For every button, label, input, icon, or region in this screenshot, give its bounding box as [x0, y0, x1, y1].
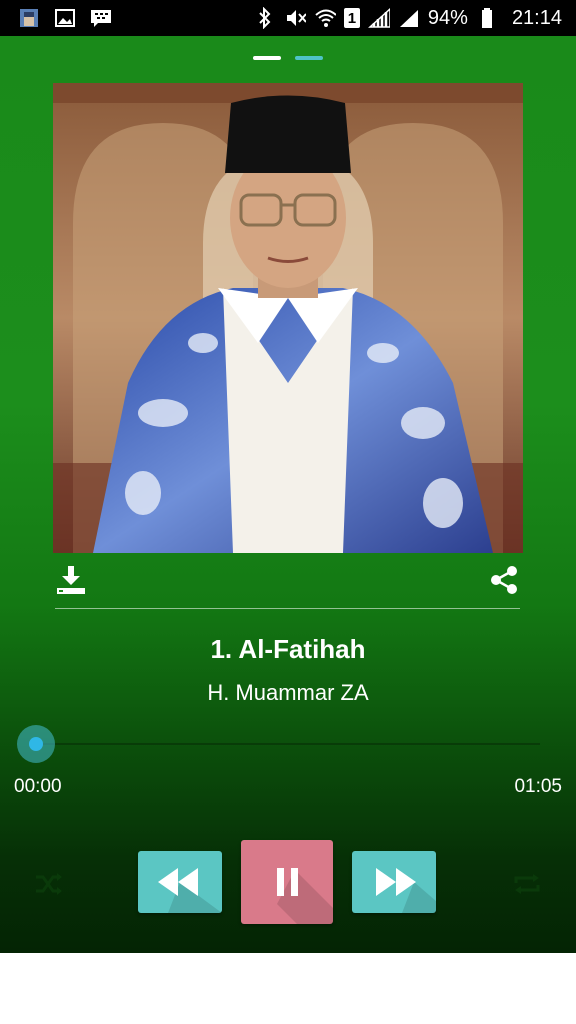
fast-forward-button[interactable]: [352, 851, 436, 913]
fast-forward-icon: [376, 868, 436, 913]
player-screen: 1. Al-Fatihah H. Muammar ZA 00:00 01:05: [0, 36, 576, 953]
divider: [55, 608, 520, 609]
battery-icon: [476, 7, 498, 29]
seek-bar[interactable]: [36, 743, 540, 745]
share-icon: [491, 566, 517, 594]
bbm-icon: [90, 7, 112, 29]
shuffle-button[interactable]: [34, 870, 64, 898]
rewind-icon: [158, 868, 222, 913]
share-button[interactable]: [488, 564, 520, 596]
repeat-button[interactable]: [512, 870, 542, 898]
repeat-icon: [514, 874, 540, 894]
track-title: 1. Al-Fatihah: [210, 634, 366, 664]
album-artwork: [53, 83, 523, 553]
elapsed-time: 00:00: [14, 776, 62, 797]
pause-icon: [277, 868, 333, 924]
album-art-portrait: [53, 83, 523, 553]
signal-icon-2: [398, 7, 420, 29]
sim-icon: 1: [343, 8, 360, 28]
clock: 21:14: [511, 6, 562, 29]
pause-button[interactable]: [241, 840, 333, 924]
download-icon: [57, 566, 85, 594]
battery-percent: 94%: [427, 6, 468, 29]
bottom-area: [0, 953, 576, 1024]
track-artist: H. Muammar ZA: [207, 680, 369, 705]
notification-icons: [18, 7, 112, 29]
total-duration: 01:05: [514, 776, 562, 797]
page-indicator-dot[interactable]: [295, 56, 323, 60]
image-icon: [54, 7, 76, 29]
download-button[interactable]: [55, 564, 87, 596]
seek-thumb[interactable]: [17, 725, 55, 763]
status-bar: 1 94% 21:14: [0, 0, 576, 36]
rewind-button[interactable]: [138, 851, 222, 913]
gallery-app-icon: [18, 7, 40, 29]
signal-icon: [367, 7, 390, 29]
bluetooth-icon: [254, 7, 276, 29]
seek-thumb-dot: [29, 737, 43, 751]
page-indicator: [0, 56, 576, 60]
system-status: 1 94% 21:14: [254, 0, 562, 36]
shuffle-icon: [36, 873, 62, 895]
action-row: [55, 564, 520, 600]
wifi-icon: [314, 7, 336, 29]
mute-icon: [284, 7, 306, 29]
page-indicator-dot-active[interactable]: [253, 56, 281, 60]
